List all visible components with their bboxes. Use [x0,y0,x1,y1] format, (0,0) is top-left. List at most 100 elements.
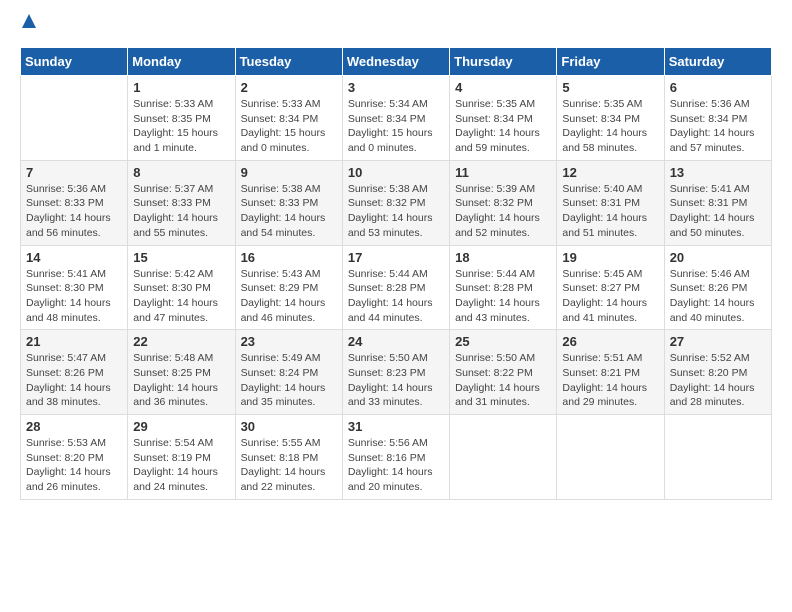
day-number: 24 [348,334,444,349]
day-info: Sunrise: 5:36 AM Sunset: 8:34 PM Dayligh… [670,97,766,156]
header-day-thursday: Thursday [450,48,557,76]
logo [20,16,38,39]
day-number: 2 [241,80,337,95]
header-day-tuesday: Tuesday [235,48,342,76]
calendar-cell: 10Sunrise: 5:38 AM Sunset: 8:32 PM Dayli… [342,160,449,245]
day-info: Sunrise: 5:54 AM Sunset: 8:19 PM Dayligh… [133,436,229,495]
day-number: 27 [670,334,766,349]
header-day-wednesday: Wednesday [342,48,449,76]
calendar-cell: 24 Sunrise: 5:50 AM Sunset: 8:23 PM Dayli… [342,330,449,415]
day-number: 7 [26,165,122,180]
calendar-cell: 16 Sunrise: 5:43 AM Sunset: 8:29 PM Dayli… [235,245,342,330]
day-info: Sunrise: 5:33 AM Sunset: 8:34 PM Dayligh… [241,97,337,156]
day-number: 31 [348,419,444,434]
day-info: Sunrise: 5:37 AM Sunset: 8:33 PM Dayligh… [133,182,229,241]
header-row: SundayMondayTuesdayWednesdayThursdayFrid… [21,48,772,76]
header-day-sunday: Sunday [21,48,128,76]
day-number: 20 [670,250,766,265]
day-info: Sunrise: 5:50 AM Sunset: 8:23 PM Dayligh… [348,351,444,410]
day-number: 3 [348,80,444,95]
day-info: Sunrise: 5:35 AM Sunset: 8:34 PM Dayligh… [455,97,551,156]
day-number: 22 [133,334,229,349]
day-info: Sunrise: 5:47 AM Sunset: 8:26 PM Dayligh… [26,351,122,410]
calendar-cell: 31 Sunrise: 5:56 AM Sunset: 8:16 PM Dayli… [342,415,449,500]
calendar-cell: 13 Sunrise: 5:41 AM Sunset: 8:31 PM Dayli… [664,160,771,245]
week-row-3: 14 Sunrise: 5:41 AM Sunset: 8:30 PM Dayli… [21,245,772,330]
day-number: 1 [133,80,229,95]
day-info: Sunrise: 5:42 AM Sunset: 8:30 PM Dayligh… [133,267,229,326]
calendar-cell: 14 Sunrise: 5:41 AM Sunset: 8:30 PM Dayli… [21,245,128,330]
day-info: Sunrise: 5:48 AM Sunset: 8:25 PM Dayligh… [133,351,229,410]
calendar-cell: 6 Sunrise: 5:36 AM Sunset: 8:34 PM Daylig… [664,76,771,161]
day-info: Sunrise: 5:53 AM Sunset: 8:20 PM Dayligh… [26,436,122,495]
calendar-cell: 21Sunrise: 5:47 AM Sunset: 8:26 PM Dayli… [21,330,128,415]
day-info: Sunrise: 5:44 AM Sunset: 8:28 PM Dayligh… [348,267,444,326]
week-row-5: 28 Sunrise: 5:53 AM Sunset: 8:20 PM Dayli… [21,415,772,500]
calendar-cell [664,415,771,500]
day-number: 26 [562,334,658,349]
day-number: 9 [241,165,337,180]
day-number: 11 [455,165,551,180]
day-number: 30 [241,419,337,434]
calendar-cell: 26 Sunrise: 5:51 AM Sunset: 8:21 PM Dayli… [557,330,664,415]
calendar-table: SundayMondayTuesdayWednesdayThursdayFrid… [20,47,772,500]
day-number: 17 [348,250,444,265]
calendar-cell: 22 Sunrise: 5:48 AM Sunset: 8:25 PM Dayli… [128,330,235,415]
day-number: 4 [455,80,551,95]
day-info: Sunrise: 5:50 AM Sunset: 8:22 PM Dayligh… [455,351,551,410]
day-info: Sunrise: 5:41 AM Sunset: 8:31 PM Dayligh… [670,182,766,241]
header [20,16,772,39]
day-info: Sunrise: 5:52 AM Sunset: 8:20 PM Dayligh… [670,351,766,410]
day-number: 25 [455,334,551,349]
day-info: Sunrise: 5:46 AM Sunset: 8:26 PM Dayligh… [670,267,766,326]
header-day-monday: Monday [128,48,235,76]
calendar-cell: 4 Sunrise: 5:35 AM Sunset: 8:34 PM Daylig… [450,76,557,161]
day-number: 19 [562,250,658,265]
day-info: Sunrise: 5:34 AM Sunset: 8:34 PM Dayligh… [348,97,444,156]
calendar-cell [557,415,664,500]
day-number: 18 [455,250,551,265]
calendar-cell: 23Sunrise: 5:49 AM Sunset: 8:24 PM Dayli… [235,330,342,415]
calendar-cell: 12 Sunrise: 5:40 AM Sunset: 8:31 PM Dayli… [557,160,664,245]
day-number: 6 [670,80,766,95]
calendar-cell: 27 Sunrise: 5:52 AM Sunset: 8:20 PM Dayli… [664,330,771,415]
day-number: 8 [133,165,229,180]
calendar-cell: 20 Sunrise: 5:46 AM Sunset: 8:26 PM Dayli… [664,245,771,330]
header-day-saturday: Saturday [664,48,771,76]
day-number: 14 [26,250,122,265]
calendar-cell: 5Sunrise: 5:35 AM Sunset: 8:34 PM Daylig… [557,76,664,161]
day-number: 16 [241,250,337,265]
calendar-cell [450,415,557,500]
week-row-2: 7Sunrise: 5:36 AM Sunset: 8:33 PM Daylig… [21,160,772,245]
calendar-cell [21,76,128,161]
day-number: 12 [562,165,658,180]
calendar-cell: 7Sunrise: 5:36 AM Sunset: 8:33 PM Daylig… [21,160,128,245]
day-number: 13 [670,165,766,180]
day-info: Sunrise: 5:38 AM Sunset: 8:33 PM Dayligh… [241,182,337,241]
day-info: Sunrise: 5:40 AM Sunset: 8:31 PM Dayligh… [562,182,658,241]
day-info: Sunrise: 5:44 AM Sunset: 8:28 PM Dayligh… [455,267,551,326]
day-info: Sunrise: 5:51 AM Sunset: 8:21 PM Dayligh… [562,351,658,410]
calendar-cell: 1Sunrise: 5:33 AM Sunset: 8:35 PM Daylig… [128,76,235,161]
day-info: Sunrise: 5:41 AM Sunset: 8:30 PM Dayligh… [26,267,122,326]
calendar-cell: 29 Sunrise: 5:54 AM Sunset: 8:19 PM Dayli… [128,415,235,500]
calendar-cell: 19 Sunrise: 5:45 AM Sunset: 8:27 PM Dayli… [557,245,664,330]
calendar-cell: 25 Sunrise: 5:50 AM Sunset: 8:22 PM Dayli… [450,330,557,415]
calendar-cell: 11Sunrise: 5:39 AM Sunset: 8:32 PM Dayli… [450,160,557,245]
day-number: 29 [133,419,229,434]
day-number: 28 [26,419,122,434]
calendar-cell: 17 Sunrise: 5:44 AM Sunset: 8:28 PM Dayli… [342,245,449,330]
week-row-1: 1Sunrise: 5:33 AM Sunset: 8:35 PM Daylig… [21,76,772,161]
week-row-4: 21Sunrise: 5:47 AM Sunset: 8:26 PM Dayli… [21,330,772,415]
day-info: Sunrise: 5:43 AM Sunset: 8:29 PM Dayligh… [241,267,337,326]
calendar-cell: 8 Sunrise: 5:37 AM Sunset: 8:33 PM Daylig… [128,160,235,245]
day-info: Sunrise: 5:56 AM Sunset: 8:16 PM Dayligh… [348,436,444,495]
day-number: 10 [348,165,444,180]
calendar-cell: 2 Sunrise: 5:33 AM Sunset: 8:34 PM Daylig… [235,76,342,161]
day-number: 15 [133,250,229,265]
calendar-cell: 18 Sunrise: 5:44 AM Sunset: 8:28 PM Dayli… [450,245,557,330]
calendar-cell: 9 Sunrise: 5:38 AM Sunset: 8:33 PM Daylig… [235,160,342,245]
calendar-cell: 30Sunrise: 5:55 AM Sunset: 8:18 PM Dayli… [235,415,342,500]
day-info: Sunrise: 5:45 AM Sunset: 8:27 PM Dayligh… [562,267,658,326]
logo-triangle-icon [20,12,38,35]
